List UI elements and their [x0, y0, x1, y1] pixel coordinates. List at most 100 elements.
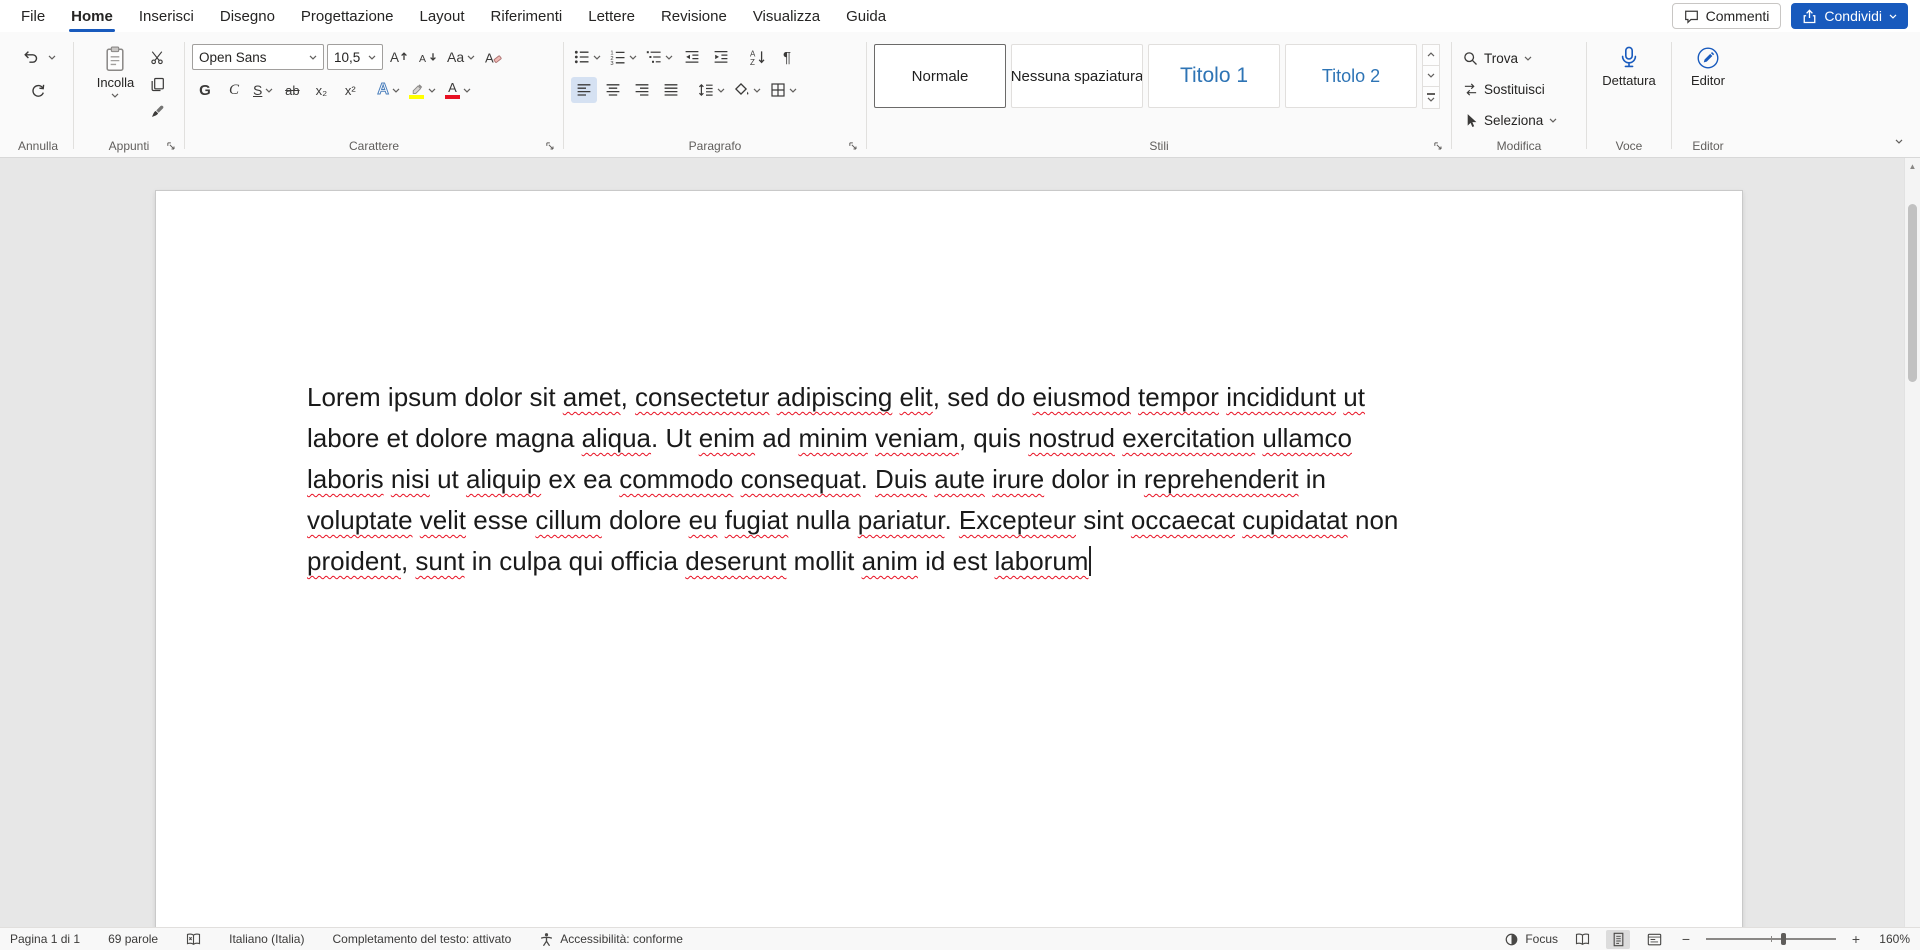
gallery-expand-button[interactable] — [1422, 87, 1440, 109]
show-formatting-marks-button[interactable]: ¶ — [774, 44, 800, 70]
print-layout-button[interactable] — [1606, 930, 1630, 949]
misspelled-word[interactable]: laborum — [995, 546, 1089, 576]
misspelled-word[interactable]: proident — [307, 546, 401, 576]
copy-button[interactable] — [145, 72, 169, 96]
shrink-font-button[interactable] — [415, 44, 441, 70]
misspelled-word[interactable]: Excepteur — [959, 505, 1076, 535]
style-normale[interactable]: Normale — [874, 44, 1006, 108]
misspelled-word[interactable]: consectetur — [635, 382, 769, 412]
find-button[interactable]: Trova — [1459, 46, 1579, 70]
tab-disegno[interactable]: Disegno — [207, 0, 288, 32]
redo-button[interactable] — [25, 78, 51, 104]
misspelled-word[interactable]: veniam — [875, 423, 959, 453]
misspelled-word[interactable]: ut — [1343, 382, 1365, 412]
tab-file[interactable]: File — [8, 0, 58, 32]
dictate-button[interactable]: Dettatura — [1594, 44, 1663, 135]
tab-home[interactable]: Home — [58, 0, 126, 32]
style-titolo-2[interactable]: Titolo 2 — [1285, 44, 1417, 108]
document-line-5[interactable]: proident, sunt in culpa qui officia dese… — [307, 541, 1622, 582]
superscript-button[interactable]: x² — [337, 77, 363, 103]
word-count-status[interactable]: 69 parole — [108, 932, 158, 946]
select-button[interactable]: Seleziona — [1459, 108, 1579, 132]
misspelled-word[interactable]: enim — [699, 423, 755, 453]
paragraph-dialog-launcher[interactable] — [846, 139, 860, 153]
misspelled-word[interactable]: sunt — [415, 546, 464, 576]
scrollbar-up-arrow[interactable]: ▲ — [1905, 158, 1920, 175]
document-line-4[interactable]: voluptate velit esse cillum dolore eu fu… — [307, 500, 1622, 541]
misspelled-word[interactable]: nisi — [391, 464, 430, 494]
styles-dialog-launcher[interactable] — [1431, 139, 1445, 153]
undo-button[interactable] — [18, 44, 44, 70]
bold-button[interactable]: G — [192, 77, 218, 103]
comments-button[interactable]: Commenti — [1672, 3, 1782, 29]
misspelled-word[interactable]: Duis — [875, 464, 927, 494]
vertical-scrollbar[interactable]: ▲ — [1904, 158, 1920, 927]
misspelled-word[interactable]: elit — [900, 382, 933, 412]
align-left-button[interactable] — [571, 77, 597, 103]
format-painter-button[interactable] — [145, 99, 169, 123]
increase-indent-button[interactable] — [708, 44, 734, 70]
decrease-indent-button[interactable] — [679, 44, 705, 70]
style-nessuna-spaziatura[interactable]: Nessuna spaziatura — [1011, 44, 1143, 108]
misspelled-word[interactable]: aliqua — [582, 423, 651, 453]
ribbon-collapse-button[interactable] — [1888, 131, 1910, 151]
misspelled-word[interactable]: adipiscing — [777, 382, 893, 412]
align-center-button[interactable] — [600, 77, 626, 103]
style-titolo-1[interactable]: Titolo 1 — [1148, 44, 1280, 108]
tab-lettere[interactable]: Lettere — [575, 0, 648, 32]
tab-inserisci[interactable]: Inserisci — [126, 0, 207, 32]
misspelled-word[interactable]: eiusmod — [1033, 382, 1131, 412]
misspelled-word[interactable]: nostrud — [1028, 423, 1115, 453]
strikethrough-button[interactable]: ab — [279, 77, 305, 103]
gallery-scroll-down-button[interactable] — [1422, 66, 1440, 88]
proofing-status[interactable] — [186, 932, 201, 947]
subscript-button[interactable]: x₂ — [308, 77, 334, 103]
editor-button[interactable]: Editor — [1683, 44, 1733, 135]
borders-button[interactable] — [767, 77, 800, 103]
misspelled-word[interactable]: exercitation — [1122, 423, 1255, 453]
misspelled-word[interactable]: commodo — [619, 464, 733, 494]
misspelled-word[interactable]: anim — [862, 546, 918, 576]
sort-button[interactable] — [745, 44, 771, 70]
misspelled-word[interactable]: amet — [563, 382, 621, 412]
document-line-1[interactable]: Lorem ipsum dolor sit amet, consectetur … — [307, 377, 1622, 418]
misspelled-word[interactable]: fugiat — [725, 505, 789, 535]
zoom-out-button[interactable]: − — [1678, 931, 1694, 947]
numbering-button[interactable] — [607, 44, 640, 70]
misspelled-word[interactable]: cupidatat — [1242, 505, 1348, 535]
misspelled-word[interactable]: tempor — [1138, 382, 1219, 412]
line-spacing-button[interactable] — [695, 77, 728, 103]
language-status[interactable]: Italiano (Italia) — [229, 932, 304, 946]
scrollbar-thumb[interactable] — [1908, 204, 1917, 382]
misspelled-word[interactable]: ullamco — [1262, 423, 1352, 453]
change-case-button[interactable]: Aa — [444, 44, 478, 70]
cut-button[interactable] — [145, 45, 169, 69]
misspelled-word[interactable]: pariatur — [858, 505, 945, 535]
misspelled-word[interactable]: voluptate — [307, 505, 413, 535]
clear-formatting-button[interactable] — [481, 44, 507, 70]
web-layout-button[interactable] — [1642, 930, 1666, 949]
misspelled-word[interactable]: laboris — [307, 464, 384, 494]
page-count-status[interactable]: Pagina 1 di 1 — [10, 932, 80, 946]
italic-button[interactable]: C — [221, 77, 247, 103]
zoom-slider[interactable] — [1706, 929, 1836, 949]
accessibility-status[interactable]: Accessibilità: conforme — [539, 932, 683, 947]
tab-progettazione[interactable]: Progettazione — [288, 0, 407, 32]
font-color-button[interactable]: A — [442, 77, 474, 103]
zoom-slider-thumb[interactable] — [1781, 933, 1786, 945]
text-completion-status[interactable]: Completamento del testo: attivato — [332, 932, 511, 946]
document-line-2[interactable]: labore et dolore magna aliqua. Ut enim a… — [307, 418, 1622, 459]
gallery-scroll-up-button[interactable] — [1422, 44, 1440, 66]
share-button[interactable]: Condividi — [1791, 3, 1908, 29]
document-line-3[interactable]: laboris nisi ut aliquip ex ea commodo co… — [307, 459, 1622, 500]
misspelled-word[interactable]: occaecat — [1131, 505, 1235, 535]
tab-riferimenti[interactable]: Riferimenti — [478, 0, 576, 32]
font-dialog-launcher[interactable] — [543, 139, 557, 153]
misspelled-word[interactable]: aute — [934, 464, 985, 494]
tab-layout[interactable]: Layout — [407, 0, 478, 32]
tab-guida[interactable]: Guida — [833, 0, 899, 32]
misspelled-word[interactable]: minim — [798, 423, 867, 453]
zoom-in-button[interactable]: + — [1848, 931, 1864, 947]
misspelled-word[interactable]: irure — [992, 464, 1044, 494]
grow-font-button[interactable] — [386, 44, 412, 70]
